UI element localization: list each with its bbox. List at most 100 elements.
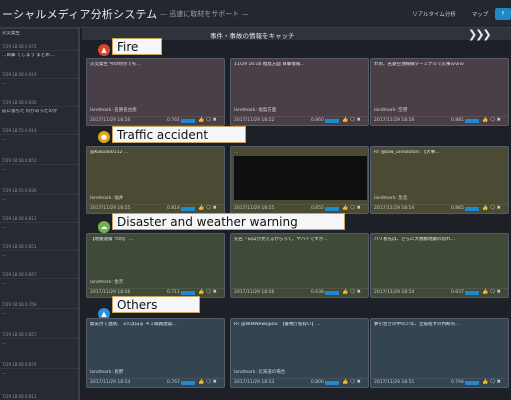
event-card[interactable]: 無気付て連絡、 3人は白る ４１線路建築… landmark: 長野 2017/… bbox=[86, 318, 225, 388]
sidebar-item-text: … bbox=[2, 197, 7, 202]
card-footer: 2017/11/29 18:54 0.767 👍🗨✖ bbox=[87, 378, 224, 387]
sidebar-item[interactable]: … 7/29 18:56 0.857 bbox=[0, 308, 78, 338]
sidebar-item-meta: 7/29 18:55 0.926 bbox=[2, 188, 37, 193]
event-card[interactable]: 11/29 16:16 福島方面 目撃情報… landmark: 福島方面 20… bbox=[230, 58, 369, 126]
card-footer: 2017/11/29 18:53 0.800 👍🗨✖ bbox=[231, 378, 368, 387]
event-card[interactable]: わお、名鉄空港線線ターミナルで火事ｗｗｗ landmark: 空港 2017/1… bbox=[370, 58, 509, 126]
event-card[interactable]: 火災発生 今の時点でも… landmark: 名鉄名古屋 2017/11/29 … bbox=[86, 58, 225, 126]
sidebar-item-text: … bbox=[2, 371, 7, 376]
score-bar bbox=[325, 207, 339, 211]
sidebar-item[interactable]: … 7/29 18:56 0.857 bbox=[0, 250, 78, 278]
top-bar: ーシャルメディア分析システム — 迅速に取材をサポート — リアルタイム分析 マ… bbox=[0, 0, 511, 28]
sidebar-item-meta: 7/29 18:56 0.851 bbox=[2, 244, 37, 249]
sidebar-item[interactable]: … 7/29 18:56 0.935 bbox=[0, 78, 78, 106]
sidebar-item[interactable]: … 7/29 18:56 0.851 bbox=[0, 134, 78, 164]
card-action-icons[interactable]: 👍🗨✖ bbox=[342, 205, 362, 211]
sidebar-item[interactable]: … 7/29 18:56 0.879 bbox=[0, 338, 78, 368]
sidebar-item-text: … bbox=[2, 311, 7, 316]
event-card[interactable]: 【地震速報 つの】 … landmark: 金沢 2017/11/29 18:5… bbox=[86, 233, 225, 298]
card-score: 0.711 bbox=[167, 290, 180, 295]
card-text: 11/29 16:16 福島方面 目撃情報… bbox=[234, 62, 305, 67]
score-bar bbox=[465, 207, 479, 211]
nav-map[interactable]: マップ bbox=[470, 8, 490, 20]
card-landmark: landmark: 北海道の場合 bbox=[234, 370, 286, 375]
event-card[interactable]: @Kokudo0112 … landmark: 福井 2017/11/29 18… bbox=[86, 146, 225, 214]
traffic-icon: ● bbox=[98, 131, 110, 143]
card-text: 【地震速報 つの】 … bbox=[90, 237, 134, 242]
sidebar-item[interactable]: … 7/29 18:56 0.811 bbox=[0, 194, 78, 222]
card-landmark: landmark: 急北 bbox=[374, 196, 408, 201]
card-text: 無気付て連絡、 3人は白る ４１線路建築… bbox=[90, 322, 177, 327]
card-date: 2017/11/29 18:56 bbox=[90, 118, 131, 123]
card-action-icons[interactable]: 👍🗨✖ bbox=[482, 379, 502, 385]
sidebar-feed: 火災発生 7/29 18:56 0.972 …目撃 てしまう まとめ… 7/29… bbox=[0, 28, 80, 400]
card-score: 0.638 bbox=[311, 290, 324, 295]
card-footer: 2017/11/29 18:56 0.881 👍🗨✖ bbox=[371, 116, 508, 125]
nav-realtime-analysis[interactable]: リアルタイム分析 bbox=[408, 8, 460, 20]
sidebar-item-text: … bbox=[2, 137, 7, 142]
card-footer: 2017/11/29 18:55 0.855 👍🗨✖ bbox=[231, 204, 368, 213]
card-action-icons[interactable]: 👍🗨✖ bbox=[342, 117, 362, 123]
sidebar-item[interactable]: … 7/29 18:56 0.851 bbox=[0, 222, 78, 250]
card-action-icons[interactable]: 👍🗨✖ bbox=[342, 289, 362, 295]
card-action-icons[interactable]: 👍🗨✖ bbox=[198, 379, 218, 385]
score-bar bbox=[181, 291, 195, 295]
score-bar bbox=[465, 119, 479, 123]
card-date: 2017/11/29 18:56 bbox=[234, 290, 275, 295]
score-bar bbox=[181, 119, 195, 123]
event-card[interactable]: 先名「白山が見えるからって、ヤバイですが… 2017/11/29 18:56 0… bbox=[230, 233, 369, 298]
score-bar bbox=[181, 381, 195, 385]
card-footer: 2017/11/29 18:54 0.637 👍🗨✖ bbox=[371, 288, 508, 297]
card-action-icons[interactable]: 👍🗨✖ bbox=[342, 379, 362, 385]
chevrons-right-icon[interactable]: ❯❯❯ bbox=[468, 28, 492, 41]
card-landmark: landmark: 名鉄名古屋 bbox=[90, 108, 137, 113]
sidebar-item-meta: 7/29 18:56 0.857 bbox=[2, 332, 37, 337]
sidebar-item-text: … bbox=[2, 253, 7, 258]
sidebar-item-meta: 7/29 18:56 0.972 bbox=[2, 44, 37, 49]
card-text: @Kokudo0112 … bbox=[90, 150, 129, 155]
card-score: 0.814 bbox=[167, 206, 180, 211]
main-panel: 事件・事故の情報をキャッチ ❯❯❯ ▲ Fire 火災発生 今の時点でも… la… bbox=[82, 28, 511, 400]
sidebar-item-meta: 7/29 18:56 0.919 bbox=[2, 72, 37, 77]
sidebar-item[interactable]: …目撃 てしまう まとめ… 7/29 18:56 0.919 bbox=[0, 50, 78, 78]
card-date: 2017/11/29 18:52 bbox=[234, 118, 275, 123]
card-action-icons[interactable]: 👍🗨✖ bbox=[198, 205, 218, 211]
sidebar-item-text: … bbox=[2, 81, 7, 86]
sidebar-item-text: 火災発生 bbox=[2, 31, 20, 36]
card-footer: 2017/11/29 18:52 0.860 👍🗨✖ bbox=[231, 116, 368, 125]
card-text: わお、名鉄空港線線ターミナルで火事ｗｗｗ bbox=[374, 62, 464, 67]
card-action-icons[interactable]: 👍🗨✖ bbox=[198, 289, 218, 295]
card-score: 0.637 bbox=[451, 290, 464, 295]
section-header-title: 事件・事故の情報をキャッチ bbox=[210, 32, 295, 40]
card-date: 2017/11/29 18:51 bbox=[374, 380, 415, 385]
category-label-fire: Fire bbox=[112, 38, 162, 55]
event-card[interactable]: バリ長先は、さらに大規模地震の恐れ… 2017/11/29 18:54 0.63… bbox=[370, 233, 509, 298]
score-bar bbox=[465, 291, 479, 295]
category-label-traffic: Traffic accident bbox=[112, 126, 246, 143]
card-action-icons[interactable]: 👍🗨✖ bbox=[198, 117, 218, 123]
app-title: ーシャルメディア分析システム bbox=[2, 8, 158, 21]
card-date: 2017/11/29 18:53 bbox=[234, 380, 275, 385]
card-text: RT @tow_unnoluton: 【大事… bbox=[374, 150, 440, 155]
sidebar-item[interactable]: 火災発生 7/29 18:56 0.972 bbox=[0, 28, 78, 50]
event-card[interactable]: RT @tow_unnoluton: 【大事… landmark: 急北 201… bbox=[370, 146, 509, 214]
nav-extra-button[interactable]: f bbox=[495, 8, 511, 20]
card-action-icons[interactable]: 👍🗨✖ bbox=[482, 205, 502, 211]
sidebar-item[interactable]: … 7/29 18:55 0.926 bbox=[0, 164, 78, 194]
sidebar-item-text: … bbox=[2, 341, 7, 346]
card-footer: 2017/11/29 18:55 0.814 👍🗨✖ bbox=[87, 204, 224, 213]
event-card[interactable]: 夢引合さの中の少年、立揃程すの判断的… 2017/11/29 18:51 0.7… bbox=[370, 318, 509, 388]
event-card[interactable]: … 2017/11/29 18:55 0.855 👍🗨✖ bbox=[230, 146, 369, 214]
sidebar-item-text: … bbox=[2, 167, 7, 172]
card-date: 2017/11/29 18:54 bbox=[90, 380, 131, 385]
card-action-icons[interactable]: 👍🗨✖ bbox=[482, 289, 502, 295]
card-date: 2017/11/29 18:56 bbox=[374, 118, 415, 123]
card-score: 0.865 bbox=[451, 206, 464, 211]
card-action-icons[interactable]: 👍🗨✖ bbox=[482, 117, 502, 123]
event-card[interactable]: RT @NHKNewsjpoS: 【警視庁抜粋い】… landmark: 北海道… bbox=[230, 318, 369, 388]
sidebar-item-meta: 7/29 18:56 0.935 bbox=[2, 100, 37, 105]
sidebar-item[interactable]: 前に落ちた 何かあったのか 7/29 18:55 0.914 bbox=[0, 106, 78, 134]
sidebar-item[interactable]: … 7/29 18:56 0.811 bbox=[0, 368, 78, 400]
card-score: 0.767 bbox=[167, 380, 180, 385]
sidebar-item[interactable]: … 7/29 18:56 0.759 bbox=[0, 278, 78, 308]
